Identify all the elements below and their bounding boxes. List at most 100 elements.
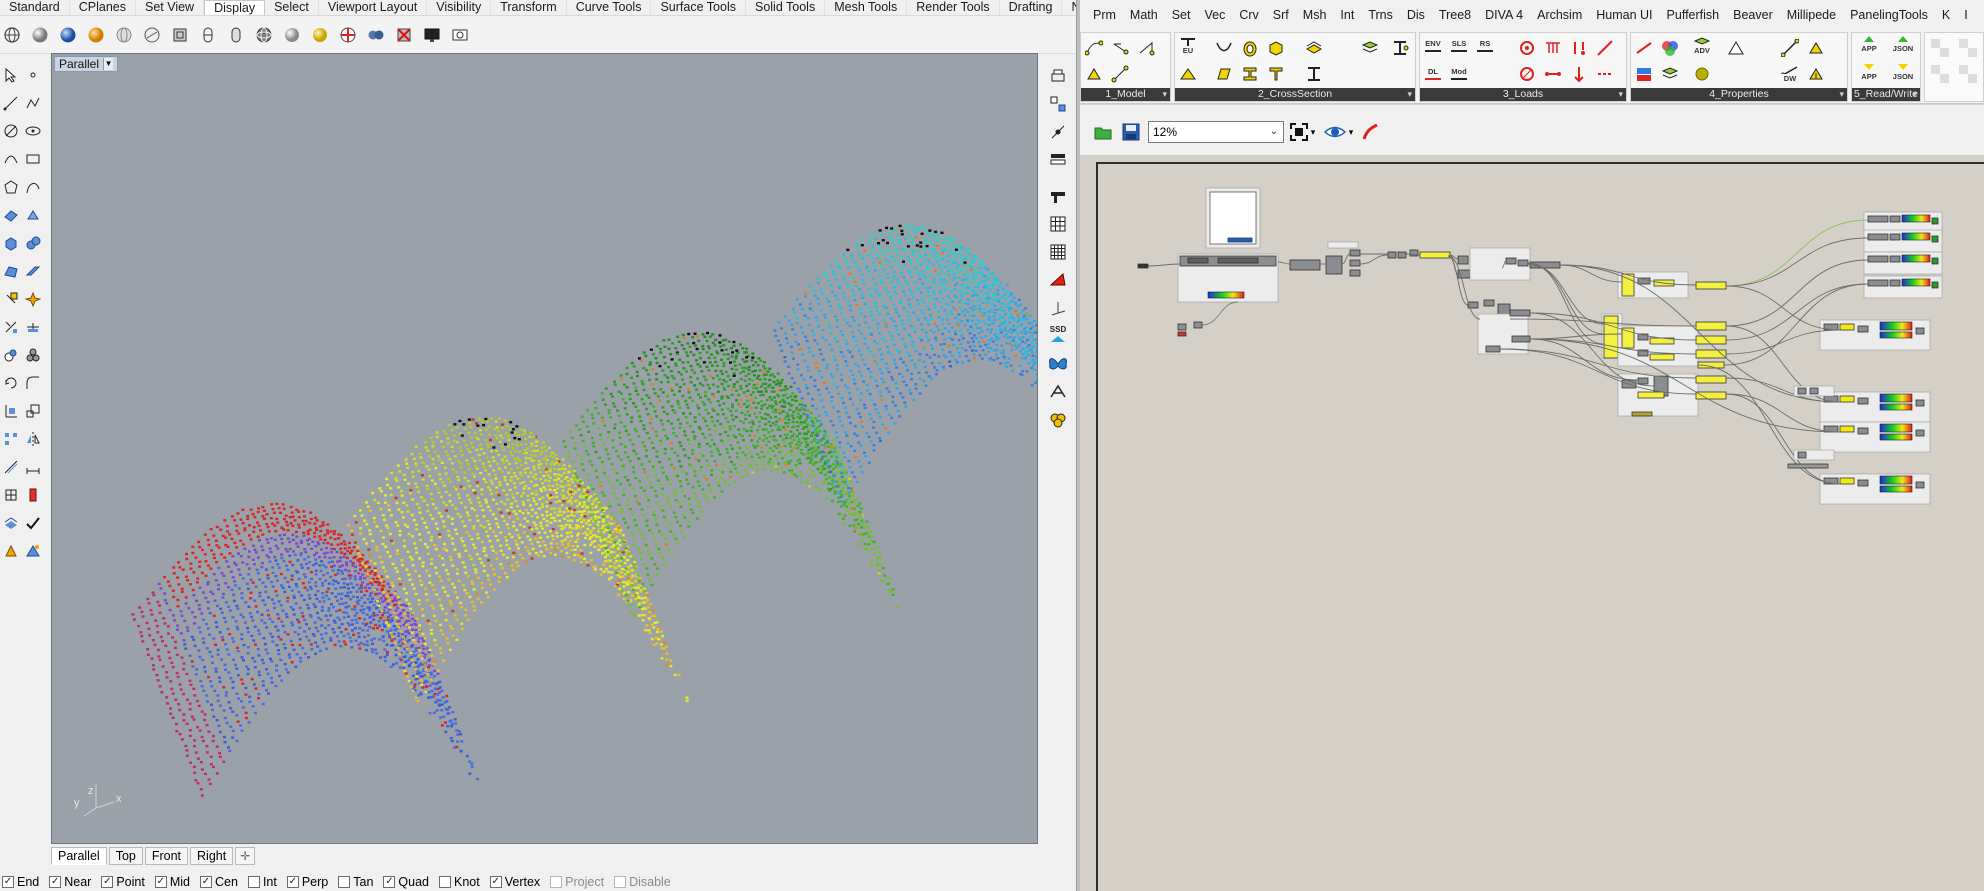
gh-component[interactable] xyxy=(1695,281,1727,290)
preview-eye-icon[interactable] xyxy=(1324,121,1346,143)
gh-component[interactable] xyxy=(1649,353,1675,361)
gh-component[interactable] xyxy=(1289,259,1321,271)
properties-icon[interactable] xyxy=(0,540,22,562)
grid-icon[interactable] xyxy=(1046,212,1070,236)
select-arrow-icon[interactable] xyxy=(0,64,22,86)
point-icon[interactable] xyxy=(22,64,44,86)
import-app-icon[interactable]: APP xyxy=(1854,63,1884,81)
color-wheel-icon[interactable] xyxy=(1661,39,1679,57)
gh-component[interactable] xyxy=(1797,387,1807,395)
dimension-aligned-icon[interactable] xyxy=(22,456,44,478)
beam-joint-icon[interactable] xyxy=(1635,39,1653,57)
osnap-knot[interactable]: Knot xyxy=(439,875,480,889)
line-load-icon[interactable] xyxy=(1544,39,1562,57)
gh-component[interactable] xyxy=(1457,255,1469,265)
gh-gradient-legend[interactable] xyxy=(1901,232,1931,241)
gh-component[interactable] xyxy=(1177,331,1187,337)
import-json-icon[interactable]: JSON xyxy=(1888,63,1918,81)
arc-icon[interactable] xyxy=(0,148,22,170)
tab-curve-tools[interactable]: Curve Tools xyxy=(567,0,652,15)
support-icon[interactable] xyxy=(1111,39,1129,57)
grid-dense-icon[interactable] xyxy=(1046,240,1070,264)
gh-component[interactable] xyxy=(1857,427,1869,435)
line-to-beam-icon[interactable] xyxy=(1085,39,1103,57)
gh-component[interactable] xyxy=(1193,321,1203,329)
hide-objects-icon[interactable] xyxy=(392,23,416,47)
material-select-icon[interactable] xyxy=(1179,65,1197,83)
i-section-icon[interactable] xyxy=(1241,65,1259,83)
trapezoid-section-icon[interactable] xyxy=(1215,65,1233,83)
polygon-icon[interactable] xyxy=(0,176,22,198)
tab-select[interactable]: Select xyxy=(265,0,319,15)
polyline-icon[interactable] xyxy=(22,92,44,114)
gh-component[interactable] xyxy=(1227,237,1253,243)
tab-display[interactable]: Display xyxy=(204,0,266,15)
gh-component[interactable] xyxy=(1931,257,1939,265)
tab-drafting[interactable]: Drafting xyxy=(1000,0,1063,15)
tab-render-tools[interactable]: Render Tools xyxy=(907,0,1000,15)
gh-component[interactable] xyxy=(1637,377,1649,385)
gh-tab-beaver[interactable]: Beaver xyxy=(1726,8,1780,22)
gh-component[interactable] xyxy=(1511,335,1531,343)
gh-gradient-legend[interactable] xyxy=(1879,321,1913,331)
gh-component[interactable] xyxy=(1419,251,1451,259)
gh-component[interactable] xyxy=(1797,451,1807,459)
gh-component[interactable] xyxy=(1349,269,1361,277)
adv-properties-icon[interactable]: ADV xyxy=(1693,37,1711,55)
ellipse-icon[interactable] xyxy=(22,120,44,142)
array-icon[interactable] xyxy=(0,428,22,450)
gh-component[interactable] xyxy=(1505,257,1517,265)
gh-tab-tree8[interactable]: Tree8 xyxy=(1432,8,1478,22)
gh-gradient-legend[interactable] xyxy=(1879,331,1913,339)
export-app-icon[interactable]: APP xyxy=(1854,35,1884,53)
gh-group[interactable] xyxy=(1477,313,1529,355)
grid-snap-icon[interactable] xyxy=(0,484,22,506)
osnap-checkbox[interactable]: ✓ xyxy=(2,875,14,888)
gravity-load-icon[interactable] xyxy=(1518,65,1536,83)
gh-component[interactable] xyxy=(1867,215,1889,223)
gh-component[interactable] xyxy=(1931,217,1939,225)
rectangle-icon[interactable] xyxy=(22,148,44,170)
circle-icon[interactable] xyxy=(0,120,22,142)
gh-component[interactable] xyxy=(1839,395,1855,403)
gh-component[interactable] xyxy=(1889,215,1901,223)
extrude-icon[interactable] xyxy=(22,204,44,226)
sketch-pen-icon[interactable] xyxy=(1360,121,1382,143)
disassemble-section-icon[interactable] xyxy=(1391,39,1409,57)
curve-network-icon[interactable] xyxy=(1046,120,1070,144)
capsule-shaded-icon[interactable] xyxy=(224,23,248,47)
gh-gradient-legend[interactable] xyxy=(1879,485,1913,493)
join-icon[interactable] xyxy=(0,344,22,366)
wireframe-display-icon[interactable] xyxy=(0,23,24,47)
tab-set-view[interactable]: Set View xyxy=(136,0,205,15)
gh-component[interactable] xyxy=(1483,299,1495,307)
gh-tab-k[interactable]: K xyxy=(1935,8,1957,22)
gh-component[interactable] xyxy=(1809,387,1819,395)
grasshopper-canvas[interactable] xyxy=(1096,162,1984,891)
gh-component[interactable] xyxy=(1637,277,1651,285)
gh-tab-millipede[interactable]: Millipede xyxy=(1780,8,1843,22)
gh-component[interactable] xyxy=(1915,481,1925,489)
rotate-icon[interactable] xyxy=(0,372,22,394)
gh-component[interactable] xyxy=(1857,397,1869,405)
gh-component[interactable] xyxy=(1839,477,1855,485)
gh-tab-human-ui[interactable]: Human UI xyxy=(1589,8,1659,22)
osnap-vertex[interactable]: ✓ Vertex xyxy=(489,875,540,889)
connect-nodes-icon[interactable] xyxy=(1111,65,1129,83)
gh-component[interactable] xyxy=(1637,391,1665,399)
fillet-icon[interactable] xyxy=(22,372,44,394)
osnap-disable[interactable]: Disable xyxy=(614,875,671,889)
env-load-icon[interactable]: ENV xyxy=(1424,37,1442,55)
tab-visibility[interactable]: Visibility xyxy=(427,0,492,15)
truss-only-icon[interactable] xyxy=(1727,39,1745,57)
capsule-display-icon[interactable] xyxy=(196,23,220,47)
gh-gradient-legend[interactable] xyxy=(1901,214,1931,223)
analyze-icon[interactable] xyxy=(22,484,44,506)
gh-component[interactable] xyxy=(1695,375,1727,384)
rhino-viewport-parallel[interactable]: Parallel ▼ z y x xyxy=(51,53,1038,844)
axis-gumball-icon[interactable] xyxy=(1046,296,1070,320)
technical-display-icon[interactable] xyxy=(168,23,192,47)
dw-icon[interactable]: DW xyxy=(1781,65,1799,83)
gh-tab-panelingtools[interactable]: PanelingTools xyxy=(1843,8,1935,22)
gh-component[interactable] xyxy=(1631,411,1653,417)
